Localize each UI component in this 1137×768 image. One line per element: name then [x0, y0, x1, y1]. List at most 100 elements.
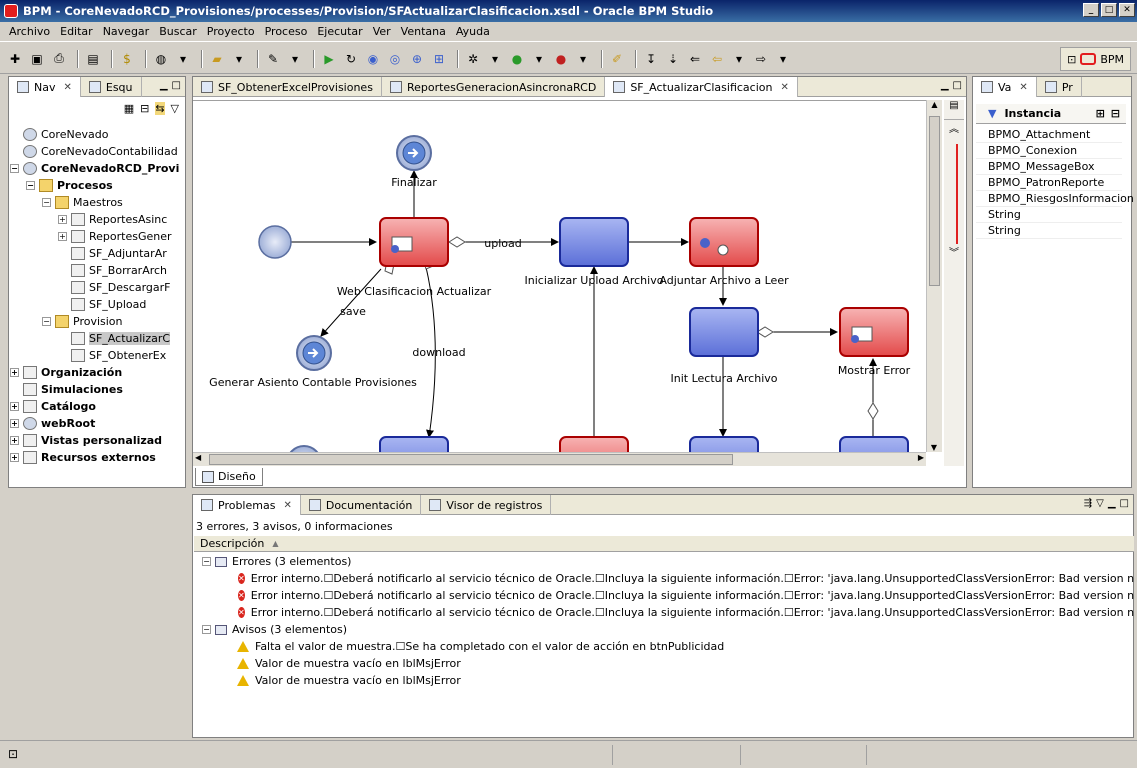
menu-item[interactable]: Editar — [55, 25, 98, 38]
expand-icon[interactable]: + — [58, 232, 67, 241]
problem-group[interactable]: − Errores (3 elementos) — [194, 553, 1134, 570]
expand-icon[interactable]: + — [10, 402, 19, 411]
editor-tab[interactable]: SF_ObtenerExcelProvisiones — [193, 77, 382, 97]
tools-icon[interactable]: ✎ — [264, 50, 282, 68]
tab-outline[interactable]: Esqu — [81, 77, 142, 97]
tree-node[interactable]: SF_Upload — [10, 296, 186, 313]
warning-row[interactable]: Falta el valor de muestra.☐Se ha complet… — [194, 638, 1134, 655]
collapse-icon[interactable]: − — [202, 557, 211, 566]
tree-node[interactable]: SF_DescargarF — [10, 279, 186, 296]
tree-node[interactable]: CoreNevadoContabilidad — [10, 143, 186, 160]
filter-icon[interactable]: ⇶ — [1084, 498, 1092, 509]
problems-tab[interactable]: Visor de registros — [421, 495, 552, 515]
diagram-horizontal-scrollbar[interactable]: ◀ ▶ — [193, 452, 926, 466]
web-icon[interactable]: ◎ — [386, 50, 404, 68]
run-icon[interactable]: ▶ — [320, 50, 338, 68]
chevron-down-icon[interactable]: ▾ — [530, 50, 548, 68]
chevron-down-icon[interactable]: ▾ — [286, 50, 304, 68]
chevron-down-icon[interactable]: ▾ — [174, 50, 192, 68]
tree-node[interactable]: SF_ObtenerEx — [10, 347, 186, 364]
menu-item[interactable]: Proceso — [260, 25, 313, 38]
variable-item[interactable]: String — [976, 223, 1122, 239]
maximize-button[interactable]: □ — [1101, 3, 1117, 17]
tree-node[interactable]: Simulaciones — [10, 381, 186, 398]
tab-properties[interactable]: Pr — [1037, 77, 1082, 97]
variable-item[interactable]: BPMO_MessageBox — [976, 159, 1122, 175]
menu-item[interactable]: Ventana — [396, 25, 451, 38]
tree-node[interactable]: SF_AdjuntarAr — [10, 245, 186, 262]
tree-node[interactable]: CoreNevado — [10, 126, 186, 143]
warning-row[interactable]: Valor de muestra vacío en lblMsjError — [194, 655, 1134, 672]
tree-node[interactable]: + Recursos externos — [10, 449, 186, 466]
fast-view-icon[interactable]: ⊡ — [8, 747, 18, 761]
play-icon[interactable]: ● — [508, 50, 526, 68]
menu-item[interactable]: Ayuda — [451, 25, 495, 38]
problems-tab[interactable]: Problemas ✕ — [193, 495, 301, 515]
error-row[interactable]: ✕ Error interno.☐Deberá notificarlo al se… — [194, 604, 1134, 621]
expand-icon[interactable]: + — [10, 368, 19, 377]
grid-icon[interactable]: ⊞ — [430, 50, 448, 68]
chevron-down-icon[interactable]: ▾ — [730, 50, 748, 68]
variable-item[interactable]: BPMO_PatronReporte — [976, 175, 1122, 191]
tree-node[interactable]: + Organización — [10, 364, 186, 381]
back-icon[interactable]: ⇐ — [686, 50, 704, 68]
globe-icon[interactable]: ⊕ — [408, 50, 426, 68]
tree-node[interactable]: SF_BorrarArch — [10, 262, 186, 279]
folder-icon[interactable]: ▰ — [208, 50, 226, 68]
expand-icon[interactable]: + — [10, 436, 19, 445]
minimize-button[interactable]: _ — [1083, 3, 1099, 17]
tree-node[interactable]: − CoreNevadoRCD_Provi — [10, 160, 186, 177]
tree-node[interactable]: + webRoot — [10, 415, 186, 432]
close-button[interactable]: ✕ — [1119, 3, 1135, 17]
close-icon[interactable]: ✕ — [780, 82, 788, 93]
dollar-icon[interactable]: $ — [118, 50, 136, 68]
pencil-icon[interactable]: ✐ — [608, 50, 626, 68]
chevron-down-icon[interactable]: ▽ — [171, 102, 179, 115]
nav-icon[interactable]: ↧ — [642, 50, 660, 68]
tab-diseno[interactable]: Diseño — [195, 468, 263, 486]
tree-node[interactable]: + Catálogo — [10, 398, 186, 415]
close-icon[interactable]: ✕ — [1019, 82, 1027, 93]
tree-node[interactable]: − Maestros — [10, 194, 186, 211]
close-icon[interactable]: ✕ — [283, 500, 291, 511]
chevron-up-icon[interactable]: ︽ — [944, 120, 964, 144]
expand-icon[interactable]: + — [10, 453, 19, 462]
collapse-icon[interactable]: ⊟ — [1111, 107, 1120, 120]
tab-navigator[interactable]: Nav ✕ — [9, 77, 81, 97]
maximize-view-icon[interactable]: □ — [1120, 498, 1129, 509]
arrow-left-icon[interactable]: ⇦ — [708, 50, 726, 68]
chevron-down-icon[interactable]: ▾ — [574, 50, 592, 68]
link-editor-icon[interactable]: ⇆ — [155, 102, 165, 115]
tree-node[interactable]: − Provision — [10, 313, 186, 330]
tree-node[interactable]: − Procesos — [10, 177, 186, 194]
close-icon[interactable]: ✕ — [63, 82, 71, 93]
debug-icon[interactable]: ✲ — [464, 50, 482, 68]
print-icon[interactable]: ⎙ — [50, 50, 68, 68]
new-icon[interactable]: ✚ — [6, 50, 24, 68]
expand-icon[interactable]: + — [58, 215, 67, 224]
error-row[interactable]: ✕ Error interno.☐Deberá notificarlo al se… — [194, 570, 1134, 587]
process-diagram-canvas[interactable]: Finalizar Web Clasificacion Actualizar u… — [193, 100, 926, 452]
diagram-palette[interactable]: ▤ ︽ ︾ — [944, 100, 964, 466]
tree-node[interactable]: + ReportesGener — [10, 228, 186, 245]
menu-item[interactable]: Buscar — [154, 25, 202, 38]
chevron-down-icon[interactable]: ︾ — [944, 244, 964, 268]
tab-variables[interactable]: Va ✕ — [973, 77, 1037, 97]
variable-item[interactable]: BPMO_Attachment — [976, 127, 1122, 143]
minimize-view-icon[interactable]: ▁ — [941, 80, 949, 91]
instancia-header[interactable]: ▼ Instancia ⊞ ⊟ — [976, 104, 1126, 124]
collapse-icon[interactable]: − — [26, 181, 35, 190]
network-icon[interactable]: ◉ — [364, 50, 382, 68]
editor-tab[interactable]: ReportesGeneracionAsincronaRCD — [382, 77, 606, 97]
expand-icon[interactable]: ⊞ — [1096, 107, 1105, 120]
menu-item[interactable]: Archivo — [4, 25, 55, 38]
stop-icon[interactable]: ● — [552, 50, 570, 68]
globe-icon[interactable]: ◍ — [152, 50, 170, 68]
collapse-all-icon[interactable]: ⊟ — [140, 102, 149, 115]
view-menu-icon[interactable]: ▦ — [124, 102, 134, 115]
tree-node[interactable]: + Vistas personalizad — [10, 432, 186, 449]
chevron-down-icon[interactable]: ▾ — [486, 50, 504, 68]
problems-tab[interactable]: Documentación — [301, 495, 422, 515]
maximize-view-icon[interactable]: □ — [172, 80, 181, 91]
perspective-switcher[interactable]: ⊡ BPM — [1060, 47, 1131, 71]
